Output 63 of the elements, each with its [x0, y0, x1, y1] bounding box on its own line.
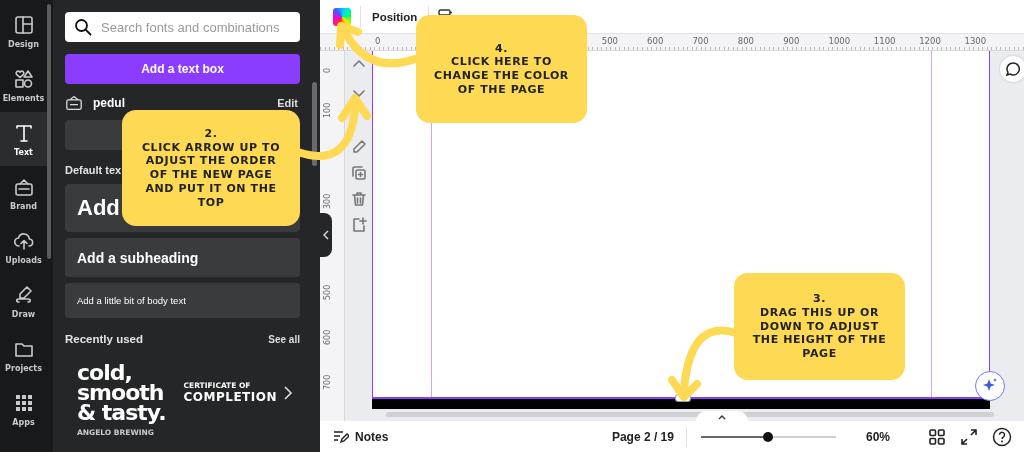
- rail-item[interactable]: Design: [0, 4, 47, 58]
- search-icon: [74, 18, 92, 36]
- trash-icon[interactable]: [349, 190, 368, 208]
- notes-icon: [333, 430, 349, 444]
- brand-kit-name[interactable]: pedul: [93, 96, 125, 110]
- comment-icon: [1005, 61, 1021, 77]
- scrollbar-thumb[interactable]: [386, 412, 994, 417]
- ruler-label: 100: [323, 103, 332, 119]
- show-pages-button[interactable]: [696, 411, 748, 423]
- briefcase-icon: [65, 95, 83, 111]
- edit-link[interactable]: Edit: [277, 97, 300, 109]
- ruler-label: 1100: [873, 36, 896, 46]
- instruction-tooltip: 4. CLICK HERE TO CHANGE THE COLOR OF THE PAGE: [416, 15, 587, 123]
- instruction-tooltip: 2. CLICK ARROW UP TO ADJUST THE ORDER OF THE NEW PAGE AND PUT IT ON THE TOP: [122, 110, 300, 226]
- scrollbar-thumb[interactable]: [47, 4, 51, 259]
- chevron-up-icon: [717, 413, 727, 421]
- ruler-label: 1200: [919, 36, 941, 46]
- layout-icon: [12, 13, 35, 36]
- search-field[interactable]: Search fonts and combinations: [65, 12, 300, 42]
- ruler-label: 600: [323, 329, 332, 346]
- ruler-label: 600: [647, 36, 664, 46]
- ruler-label: 0: [323, 67, 332, 73]
- shapes-icon: [12, 67, 35, 90]
- slider-thumb[interactable]: [763, 432, 774, 442]
- ruler-label: 900: [783, 36, 800, 46]
- paint-roller-icon: [438, 9, 454, 16]
- duplicate-icon[interactable]: [349, 164, 368, 182]
- body-style-button[interactable]: Add a little bit of body text: [65, 283, 300, 318]
- chevron-right-icon[interactable]: [283, 384, 293, 401]
- ruler-label: 1000: [828, 36, 851, 46]
- rail-item[interactable]: Apps: [0, 382, 47, 436]
- zoom-percentage[interactable]: 60%: [865, 430, 890, 444]
- text-combination[interactable]: cold, smooth & tasty.: [77, 363, 166, 424]
- rail-item[interactable]: Elements: [0, 58, 47, 112]
- help-icon[interactable]: [992, 427, 1012, 447]
- ruler-label: 1300: [964, 36, 987, 46]
- notes-button[interactable]: Notes: [333, 430, 389, 444]
- add-text-box-button[interactable]: Add a text box: [65, 54, 300, 84]
- rail-item[interactable]: Brand: [0, 166, 47, 220]
- ruler-label: 500: [323, 284, 332, 300]
- instruction-tooltip: 3. DRAG THIS UP OR DOWN TO ADJUST THE HEIGHT OF THE PAGE: [734, 273, 905, 380]
- fullscreen-icon[interactable]: [960, 428, 978, 446]
- ruler-label: 700: [323, 375, 332, 391]
- scrollbar-thumb[interactable]: [312, 82, 317, 166]
- ruler-label: 500: [601, 36, 618, 46]
- chevron-left-icon: [323, 230, 329, 240]
- ruler-label: 0: [375, 36, 381, 46]
- ruler-label: 300: [323, 193, 332, 210]
- see-all-link[interactable]: See all: [268, 333, 300, 345]
- collapse-panel-button[interactable]: [320, 213, 332, 257]
- subheading-style-button[interactable]: Add a subheading: [65, 238, 300, 277]
- rail-item[interactable]: Projects: [0, 328, 47, 382]
- color-swatch[interactable]: [333, 7, 351, 26]
- section-title: Recently used: [65, 333, 143, 345]
- section-title: Default tex: [65, 164, 122, 176]
- page-indicator[interactable]: Page 2 / 19: [611, 430, 674, 444]
- rail-item[interactable]: Uploads: [0, 220, 47, 274]
- comment-button[interactable]: [1000, 56, 1024, 82]
- ruler-label: 800: [737, 36, 755, 46]
- rail-item[interactable]: Draw: [0, 274, 47, 328]
- grid-view-icon[interactable]: [928, 428, 946, 446]
- rail-item[interactable]: Text: [0, 112, 47, 166]
- ruler-label: 700: [692, 36, 709, 46]
